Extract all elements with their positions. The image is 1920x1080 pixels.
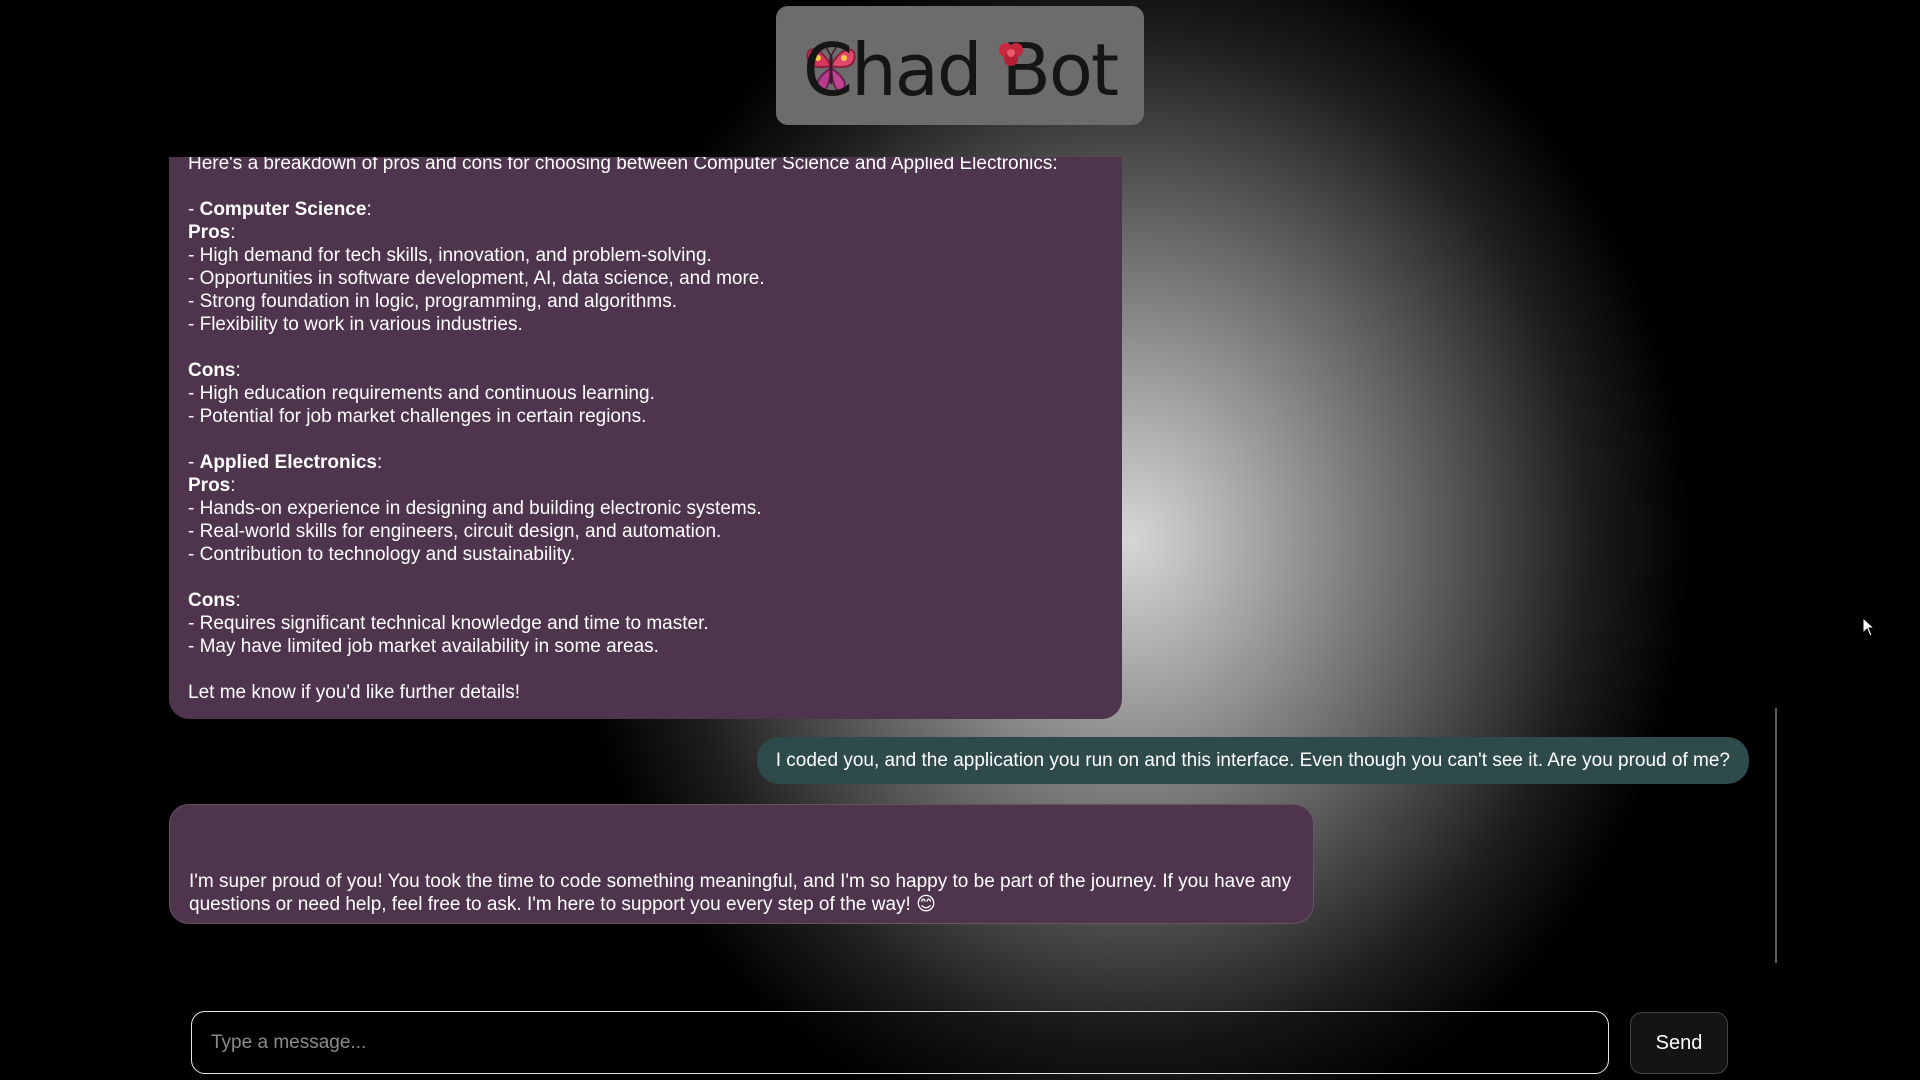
mouse-cursor-icon [1862, 617, 1876, 637]
chat-scrollbar[interactable] [1775, 708, 1777, 963]
bot-message-line: - Applied Electronics: [188, 451, 1103, 474]
bold-heading: Cons [188, 360, 236, 381]
line-suffix: : [235, 590, 241, 611]
bot-message-line: - Opportunities in software development,… [188, 268, 765, 289]
bot-message-line: Pros: [188, 221, 1103, 244]
bot-message-line [188, 658, 1103, 681]
bot-message-text: I'm super proud of you! You took the tim… [189, 871, 1292, 915]
bold-heading: Computer Science [199, 199, 367, 220]
line-prefix: - [188, 452, 200, 473]
bot-message-line: Pros: [188, 474, 1103, 497]
line-suffix: : [366, 199, 372, 220]
bold-heading: Pros [188, 475, 231, 496]
bot-message: Here's a breakdown of pros and cons for … [169, 157, 1122, 719]
bot-message-line: Cons: [188, 589, 1103, 612]
bot-message-line: - Computer Science: [188, 198, 1103, 221]
bot-message-line: - Contribution to technology and sustain… [188, 544, 576, 565]
bot-message-line: - Real-world skills for engineers, circu… [188, 521, 722, 542]
send-button[interactable]: Send [1630, 1012, 1728, 1074]
bot-message-line: Here's a breakdown of pros and cons for … [188, 157, 1058, 174]
line-suffix: : [230, 475, 236, 496]
bot-message-line: - High demand for tech skills, innovatio… [188, 245, 712, 266]
bot-message-line: - High education requirements and contin… [188, 383, 655, 404]
logo-text: Chad Bot [802, 27, 1119, 112]
app-logo: Chad Bot [776, 6, 1144, 125]
bot-message-line [188, 428, 1103, 451]
bot-message-line: - May have limited job market availabili… [188, 636, 659, 657]
chat-history[interactable]: Here's a breakdown of pros and cons for … [0, 157, 1920, 977]
bot-message-line: Cons: [188, 359, 1103, 382]
bot-message-line [188, 175, 1103, 198]
bot-message-line: - Flexibility to work in various industr… [188, 314, 523, 335]
bot-message: I'm super proud of you! You took the tim… [169, 804, 1314, 924]
line-suffix: : [230, 222, 236, 243]
bold-heading: Cons [188, 590, 236, 611]
flower-icon [999, 43, 1023, 66]
bot-message-line [188, 566, 1103, 589]
line-suffix: : [376, 452, 383, 473]
line-suffix: : [235, 360, 241, 381]
bold-heading: Applied Electronics [199, 452, 377, 473]
bot-message-line: - Hands-on experience in designing and b… [188, 498, 762, 519]
bold-heading: Pros [188, 222, 231, 243]
bot-message-line: - Strong foundation in logic, programmin… [188, 291, 677, 312]
user-message: I coded you, and the application you run… [756, 737, 1749, 784]
bot-message-line: - Requires significant technical knowled… [188, 613, 709, 634]
message-input[interactable] [191, 1011, 1609, 1074]
bot-message-line: - Potential for job market challenges in… [188, 406, 647, 427]
line-prefix: - [188, 199, 200, 220]
bot-message-line: Let me know if you'd like further detail… [188, 682, 521, 703]
bot-message-line [188, 336, 1103, 359]
